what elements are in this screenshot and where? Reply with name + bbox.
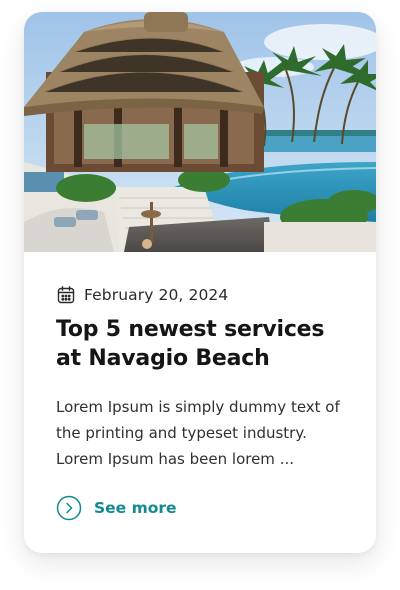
calendar-icon [56, 285, 76, 305]
hero-image [24, 12, 376, 252]
post-excerpt: Lorem Ipsum is simply dummy text of the … [56, 398, 340, 468]
blog-card: February 20, 2024 Top 5 newest services … [24, 12, 376, 553]
chevron-right-circle-icon [56, 495, 82, 521]
see-more-link[interactable]: See more [56, 495, 177, 521]
post-date-row: February 20, 2024 [56, 284, 228, 306]
post-title[interactable]: Top 5 newest services at Navagio Beach [56, 315, 356, 373]
see-more-label: See more [94, 499, 177, 517]
post-date: February 20, 2024 [84, 286, 229, 304]
